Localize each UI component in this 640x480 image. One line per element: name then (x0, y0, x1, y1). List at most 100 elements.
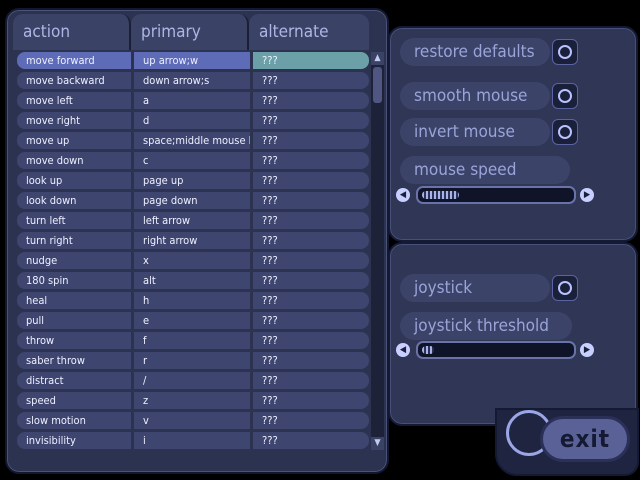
smooth-mouse-toggle[interactable] (552, 83, 578, 109)
binding-primary-cell[interactable]: a (134, 92, 250, 109)
binding-row[interactable]: slow motion v??? (17, 412, 369, 429)
binding-row[interactable]: pull e??? (17, 312, 369, 329)
binding-alternate-cell[interactable]: ??? (253, 112, 369, 129)
binding-alternate-cell[interactable]: ??? (253, 152, 369, 169)
binding-action-cell[interactable]: heal (17, 292, 131, 309)
binding-alternate-cell[interactable]: ??? (253, 192, 369, 209)
binding-primary-cell[interactable]: page down (134, 192, 250, 209)
binding-alternate-cell[interactable]: ??? (253, 172, 369, 189)
binding-row[interactable]: move upspace;middle mouse btn??? (17, 132, 369, 149)
binding-alternate-cell[interactable]: ??? (253, 332, 369, 349)
binding-action-cell[interactable]: move down (17, 152, 131, 169)
binding-primary-cell[interactable]: e (134, 312, 250, 329)
scroll-down-icon[interactable]: ▼ (371, 437, 384, 450)
binding-action-cell[interactable]: turn right (17, 232, 131, 249)
binding-row[interactable]: nudge x??? (17, 252, 369, 269)
binding-primary-cell[interactable]: d (134, 112, 250, 129)
binding-row[interactable]: move forward up arrow;w??? (17, 52, 369, 69)
binding-row[interactable]: saber throw r??? (17, 352, 369, 369)
binding-primary-cell[interactable]: x (134, 252, 250, 269)
binding-row[interactable]: heal h??? (17, 292, 369, 309)
binding-primary-cell[interactable]: z (134, 392, 250, 409)
binding-action-cell[interactable]: 180 spin (17, 272, 131, 289)
binding-row[interactable]: look up page up??? (17, 172, 369, 189)
binding-row[interactable]: distract /??? (17, 372, 369, 389)
binding-alternate-cell[interactable]: ??? (253, 272, 369, 289)
binding-action-cell[interactable]: pull (17, 312, 131, 329)
binding-alternate-cell[interactable]: ??? (253, 432, 369, 449)
binding-row[interactable]: move down c??? (17, 152, 369, 169)
binding-alternate-cell[interactable]: ??? (253, 292, 369, 309)
mouse-speed-right-icon[interactable]: ▶ (580, 188, 594, 202)
binding-action-cell[interactable]: move forward (17, 52, 131, 69)
exit-button[interactable]: exit (540, 416, 630, 462)
binding-action-cell[interactable]: move up (17, 132, 131, 149)
mouse-options-panel: restore defaults smooth mouse invert mou… (388, 26, 638, 242)
joystick-threshold-slider[interactable] (416, 341, 576, 359)
joystick-threshold-left-icon[interactable]: ◀ (396, 343, 410, 357)
binding-alternate-cell[interactable]: ??? (253, 412, 369, 429)
binding-row[interactable]: speed z??? (17, 392, 369, 409)
mouse-speed-slider[interactable] (416, 186, 576, 204)
binding-primary-cell[interactable]: up arrow;w (134, 52, 250, 69)
column-header-action[interactable]: action (13, 14, 131, 50)
binding-alternate-cell[interactable]: ??? (253, 312, 369, 329)
binding-primary-cell[interactable]: page up (134, 172, 250, 189)
binding-action-cell[interactable]: distract (17, 372, 131, 389)
binding-action-cell[interactable]: move right (17, 112, 131, 129)
binding-alternate-cell[interactable]: ??? (253, 52, 369, 69)
invert-mouse-toggle[interactable] (552, 119, 578, 145)
binding-action-cell[interactable]: invisibility (17, 432, 131, 449)
column-header-primary[interactable]: primary (131, 14, 249, 50)
binding-row[interactable]: move right d??? (17, 112, 369, 129)
mouse-speed-left-icon[interactable]: ◀ (396, 188, 410, 202)
binding-action-cell[interactable]: look down (17, 192, 131, 209)
binding-action-cell[interactable]: nudge (17, 252, 131, 269)
binding-action-cell[interactable]: move backward (17, 72, 131, 89)
binding-action-cell[interactable]: look up (17, 172, 131, 189)
binding-alternate-cell[interactable]: ??? (253, 352, 369, 369)
binding-action-cell[interactable]: speed (17, 392, 131, 409)
binding-row[interactable]: look down page down??? (17, 192, 369, 209)
binding-alternate-cell[interactable]: ??? (253, 212, 369, 229)
scroll-up-icon[interactable]: ▲ (371, 52, 384, 65)
binding-alternate-cell[interactable]: ??? (253, 252, 369, 269)
binding-alternate-cell[interactable]: ??? (253, 132, 369, 149)
binding-action-cell[interactable]: slow motion (17, 412, 131, 429)
binding-primary-cell[interactable]: i (134, 432, 250, 449)
binding-row[interactable]: turn left left arrow??? (17, 212, 369, 229)
joystick-options-panel: joystick joystick threshold ◀ ▶ (388, 242, 638, 426)
binding-alternate-cell[interactable]: ??? (253, 232, 369, 249)
binding-scrollbar[interactable]: ▲ ▼ (371, 52, 384, 450)
joystick-threshold-right-icon[interactable]: ▶ (580, 343, 594, 357)
restore-defaults-button[interactable] (552, 39, 578, 65)
binding-primary-cell[interactable]: alt (134, 272, 250, 289)
binding-primary-cell[interactable]: space;middle mouse btn (134, 132, 250, 149)
binding-primary-cell[interactable]: f (134, 332, 250, 349)
binding-primary-cell[interactable]: h (134, 292, 250, 309)
binding-primary-cell[interactable]: / (134, 372, 250, 389)
binding-alternate-cell[interactable]: ??? (253, 392, 369, 409)
binding-alternate-cell[interactable]: ??? (253, 92, 369, 109)
binding-alternate-cell[interactable]: ??? (253, 372, 369, 389)
binding-primary-cell[interactable]: c (134, 152, 250, 169)
binding-action-cell[interactable]: saber throw (17, 352, 131, 369)
binding-row[interactable]: turn right right arrow??? (17, 232, 369, 249)
binding-row[interactable]: throw f??? (17, 332, 369, 349)
binding-row[interactable]: move left a??? (17, 92, 369, 109)
binding-primary-cell[interactable]: down arrow;s (134, 72, 250, 89)
binding-row[interactable]: move backward down arrow;s??? (17, 72, 369, 89)
binding-action-cell[interactable]: throw (17, 332, 131, 349)
joystick-toggle[interactable] (552, 275, 578, 301)
binding-primary-cell[interactable]: right arrow (134, 232, 250, 249)
column-header-alternate[interactable]: alternate (249, 14, 369, 50)
binding-primary-cell[interactable]: v (134, 412, 250, 429)
scroll-thumb[interactable] (373, 67, 382, 103)
binding-action-cell[interactable]: move left (17, 92, 131, 109)
binding-alternate-cell[interactable]: ??? (253, 72, 369, 89)
binding-primary-cell[interactable]: r (134, 352, 250, 369)
binding-row[interactable]: invisibility i??? (17, 432, 369, 449)
binding-action-cell[interactable]: turn left (17, 212, 131, 229)
binding-row[interactable]: 180 spin alt??? (17, 272, 369, 289)
binding-primary-cell[interactable]: left arrow (134, 212, 250, 229)
